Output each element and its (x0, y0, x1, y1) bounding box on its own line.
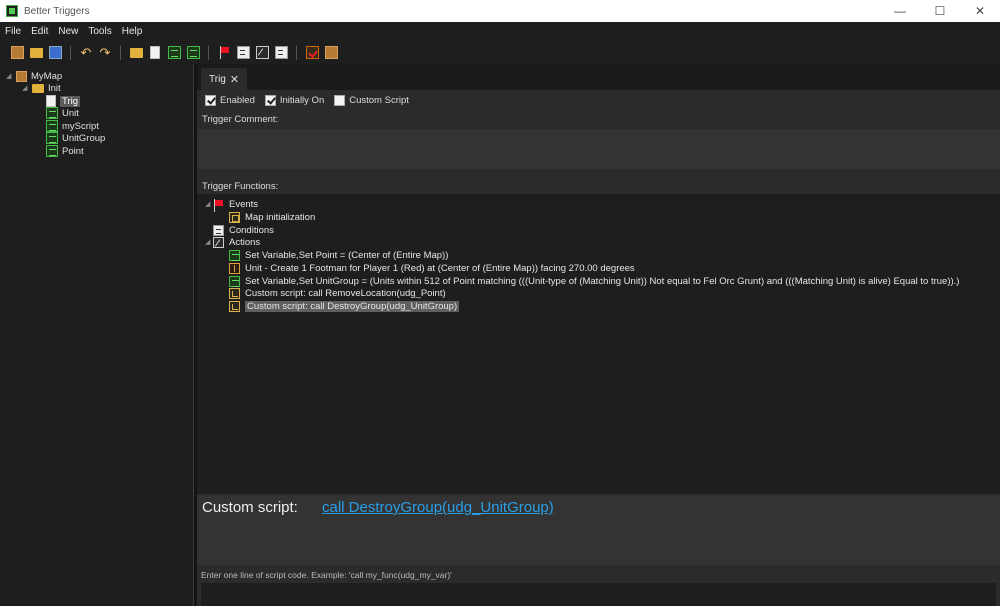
menu-file[interactable]: File (0, 22, 26, 41)
window-title: Better Triggers (24, 5, 90, 17)
tree-item-unit[interactable]: Unit (46, 107, 79, 119)
map-icon (16, 70, 27, 82)
toolbar-divider (120, 45, 121, 60)
param-label: Custom script: (202, 499, 298, 516)
set-variable-icon (229, 275, 240, 287)
condition-icon (213, 224, 224, 236)
set-variable-icon (229, 249, 240, 261)
trigger-functions-label: Trigger Functions: (202, 181, 279, 192)
action-item[interactable]: Set Variable,Set UnitGroup = (Units with… (229, 275, 959, 287)
custom-script-checkbox[interactable]: Custom Script (334, 94, 409, 106)
map-event-icon (229, 211, 240, 223)
event-flag-icon (213, 198, 224, 212)
tab-strip: Trig ✕ (197, 64, 1000, 90)
menu-new[interactable]: New (53, 22, 83, 41)
new-variable-icon[interactable] (185, 45, 201, 61)
tree-root[interactable]: ◢ MyMap (6, 70, 62, 82)
custom-script-icon (229, 300, 240, 312)
trigger-comment-field[interactable] (197, 129, 1000, 169)
trigger-functions-tree: ◢ Events Map initialization Conditions ◢… (197, 194, 1000, 494)
variable-icon (46, 132, 58, 144)
checkbox-icon[interactable] (264, 94, 276, 106)
enabled-checkbox[interactable]: Enabled (205, 94, 255, 106)
save-icon[interactable] (47, 45, 63, 61)
app-icon (6, 5, 18, 17)
variable-icon (46, 145, 58, 157)
maximize-button[interactable]: ☐ (920, 0, 960, 22)
undo-icon[interactable]: ↶ (78, 45, 94, 61)
tab-trig[interactable]: Trig ✕ (201, 68, 247, 90)
trigger-explorer: ◢ MyMap ◢ Init Trig Unit myScript UnitGr… (0, 64, 194, 606)
checkbox-icon[interactable] (334, 94, 346, 106)
folder-icon (32, 83, 44, 93)
event-item[interactable]: Map initialization (229, 211, 315, 223)
variable-icon (46, 107, 58, 119)
script-input[interactable] (201, 583, 996, 606)
new-comment-icon[interactable] (273, 45, 289, 61)
trigger-icon (46, 95, 56, 107)
minimize-button[interactable]: — (880, 0, 920, 22)
collapse-arrow-icon[interactable]: ◢ (6, 72, 12, 80)
action-item[interactable]: Unit - Create 1 Footman for Player 1 (Re… (229, 262, 635, 274)
collapse-arrow-icon[interactable]: ◢ (22, 84, 28, 92)
new-trigger-icon[interactable] (147, 45, 163, 61)
checkbox-icon[interactable] (205, 94, 216, 106)
trigger-editor: Trig ✕ Enabled Initially On Custom Scrip… (197, 64, 1000, 606)
collapse-arrow-icon[interactable]: ◢ (205, 200, 213, 208)
tree-item-point[interactable]: Point (46, 145, 84, 157)
menu-bar: File Edit New Tools Help (0, 22, 1000, 41)
collapse-arrow-icon[interactable]: ◢ (205, 238, 213, 246)
new-action-icon[interactable] (254, 45, 270, 61)
action-item[interactable]: Custom script: call RemoveLocation(udg_P… (229, 287, 446, 299)
script-hint: Enter one line of script code. Example: … (201, 570, 452, 580)
custom-script-icon (229, 287, 240, 299)
unit-icon (229, 262, 240, 274)
param-value-link[interactable]: call DestroyGroup(udg_UnitGroup) (322, 499, 554, 516)
menu-help[interactable]: Help (117, 22, 148, 41)
trigger-options: Enabled Initially On Custom Script (205, 93, 419, 107)
toolbar-divider (208, 45, 209, 60)
open-icon[interactable] (28, 45, 44, 61)
build-map-icon[interactable] (323, 45, 339, 61)
map-icon[interactable] (9, 45, 25, 61)
window-controls: — ☐ ✕ (880, 0, 1000, 22)
new-condition-icon[interactable] (235, 45, 251, 61)
close-icon[interactable]: ✕ (230, 73, 239, 86)
script-icon (46, 120, 58, 132)
close-window-button[interactable]: ✕ (960, 0, 1000, 22)
menu-edit[interactable]: Edit (26, 22, 53, 41)
tree-item-unitgroup[interactable]: UnitGroup (46, 132, 105, 144)
menu-tools[interactable]: Tools (83, 22, 116, 41)
new-event-icon[interactable] (216, 45, 232, 61)
action-item[interactable]: Set Variable,Set Point = (Center of (Ent… (229, 249, 448, 261)
events-node[interactable]: ◢ Events (205, 198, 258, 212)
test-map-icon[interactable] (304, 45, 320, 61)
tree-item-myscript[interactable]: myScript (46, 120, 99, 132)
tree-folder-init[interactable]: ◢ Init (22, 82, 61, 94)
toolbar-divider (296, 45, 297, 60)
toolbar-divider (70, 45, 71, 60)
new-folder-icon[interactable] (128, 45, 144, 61)
initially-on-checkbox[interactable]: Initially On (264, 94, 324, 106)
new-script-icon[interactable] (166, 45, 182, 61)
tree-item-trig[interactable]: Trig (46, 95, 81, 107)
action-icon (213, 236, 224, 248)
trigger-comment-label: Trigger Comment: (202, 114, 279, 125)
title-bar: Better Triggers — ☐ ✕ (0, 0, 1000, 22)
action-item-selected[interactable]: Custom script: call DestroyGroup(udg_Uni… (229, 300, 460, 312)
tab-label: Trig (209, 73, 226, 85)
actions-node[interactable]: ◢ Actions (205, 236, 260, 248)
conditions-node[interactable]: Conditions (213, 224, 274, 236)
parameter-panel: Custom script: call DestroyGroup(udg_Uni… (197, 495, 1000, 565)
toolbar: ↶ ↷ (0, 41, 1000, 64)
redo-icon[interactable]: ↷ (97, 45, 113, 61)
